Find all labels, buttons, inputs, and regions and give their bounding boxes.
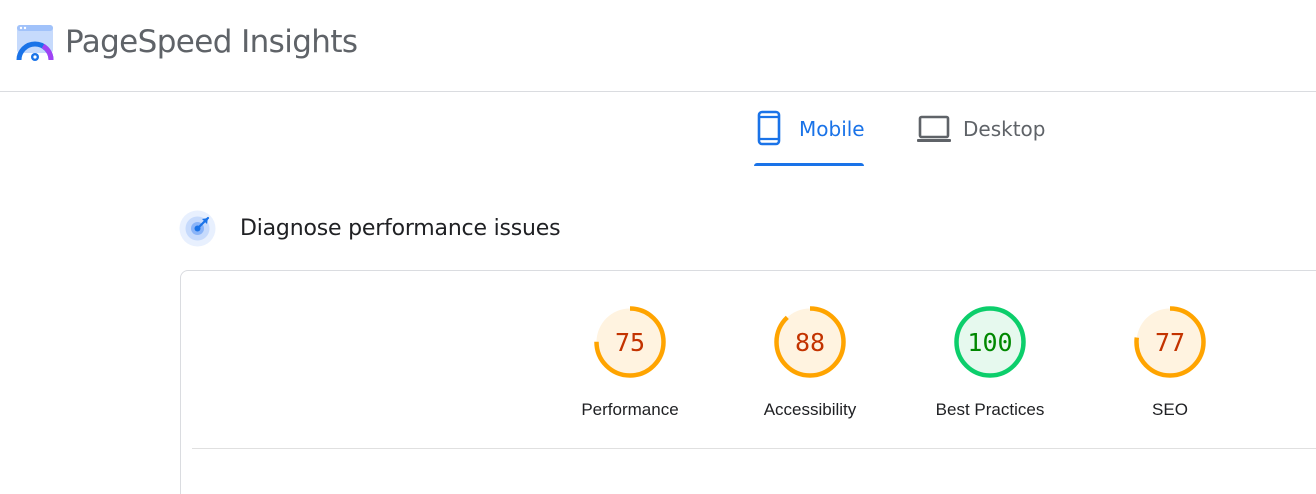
gauge-best-practices[interactable]: 100 Best Practices — [910, 305, 1070, 425]
tab-desktop-label: Desktop — [963, 117, 1046, 141]
gauge-label: Performance — [581, 400, 679, 419]
active-tab-indicator — [754, 163, 864, 166]
gauge-accessibility[interactable]: 88 Accessibility — [730, 305, 890, 425]
app-header: PageSpeed Insights — [0, 0, 1316, 92]
device-tabs: Mobile Desktop — [0, 92, 1316, 166]
gauge-score: 100 — [967, 328, 1013, 357]
section-title: Diagnose performance issues — [240, 216, 561, 241]
gauge-performance[interactable]: 75 Performance — [550, 305, 710, 425]
card-divider — [192, 448, 1316, 449]
gauge-score: 77 — [1154, 328, 1186, 357]
diagnostics-icon — [179, 210, 216, 247]
gauge-score: 88 — [794, 328, 826, 357]
gauge-label: Best Practices — [935, 400, 1045, 419]
tab-mobile[interactable]: Mobile — [754, 92, 865, 166]
gauge-label: SEO — [1152, 400, 1188, 419]
phone-icon — [757, 110, 781, 146]
gauge-label: Accessibility — [763, 400, 857, 419]
tab-mobile-label: Mobile — [799, 117, 865, 141]
laptop-icon — [917, 115, 951, 142]
tab-desktop[interactable]: Desktop — [914, 92, 1054, 166]
app-title[interactable]: PageSpeed Insights — [65, 22, 358, 62]
gauge-score: 75 — [614, 328, 646, 357]
gauge-seo[interactable]: 77 SEO — [1090, 305, 1250, 425]
pagespeed-logo-icon[interactable] — [16, 24, 54, 62]
